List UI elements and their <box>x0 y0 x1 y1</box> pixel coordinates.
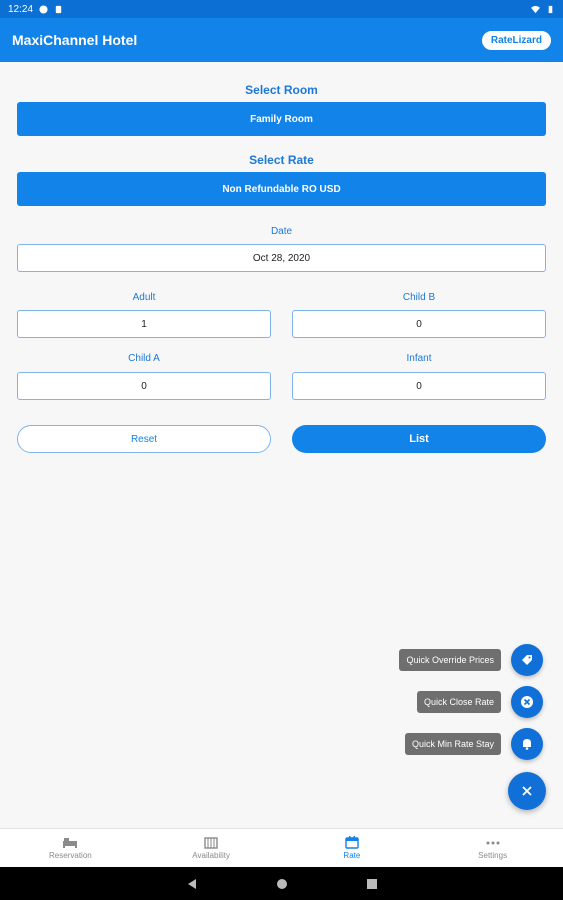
availability-icon <box>203 836 219 849</box>
app-bar: MaxiChannel Hotel RateLizard <box>0 18 563 62</box>
home-icon[interactable] <box>276 878 288 890</box>
battery-icon <box>548 5 553 13</box>
bottom-nav: Reservation Availability Rate Settings <box>0 828 563 867</box>
select-room-label: Select Room <box>245 83 318 97</box>
fab-label-override-prices[interactable]: Quick Override Prices <box>399 649 501 671</box>
status-bar: 12:24 <box>0 0 563 18</box>
nav-label-rate: Rate <box>343 851 361 860</box>
fab-item-min-rate-stay[interactable]: Quick Min Rate Stay <box>404 728 543 760</box>
infant-field[interactable]: 0 <box>292 372 546 400</box>
child-a-field[interactable]: 0 <box>17 372 271 400</box>
system-nav-bar <box>0 867 563 900</box>
tag-icon[interactable] <box>511 644 543 676</box>
adult-field[interactable]: 1 <box>17 310 271 338</box>
nav-label-reservation: Reservation <box>49 851 92 860</box>
date-field[interactable]: Oct 28, 2020 <box>17 244 546 272</box>
nav-label-settings: Settings <box>478 851 508 860</box>
wifi-icon <box>531 5 540 13</box>
fab-label-min-rate-stay[interactable]: Quick Min Rate Stay <box>404 733 501 755</box>
app-notification-icon <box>39 4 48 14</box>
fab-label-close-rate[interactable]: Quick Close Rate <box>416 691 501 713</box>
reset-button[interactable]: Reset <box>17 425 271 453</box>
select-room-dropdown[interactable]: Family Room <box>17 102 546 136</box>
adult-label: Adult <box>132 292 156 303</box>
child-a-label: Child A <box>128 353 160 364</box>
nav-item-reservation[interactable]: Reservation <box>0 829 141 867</box>
sim-card-icon <box>55 5 62 13</box>
list-button[interactable]: List <box>292 425 546 453</box>
select-rate-label: Select Rate <box>249 153 314 167</box>
close-circle-icon[interactable] <box>511 686 543 718</box>
nav-label-availability: Availability <box>192 851 230 860</box>
nav-item-settings[interactable]: Settings <box>422 829 563 867</box>
child-b-label: Child B <box>402 292 436 303</box>
app-title: MaxiChannel Hotel <box>12 32 138 48</box>
back-icon[interactable] <box>186 878 198 890</box>
bell-icon[interactable] <box>511 728 543 760</box>
date-label: Date <box>270 226 293 237</box>
recents-icon[interactable] <box>366 878 378 890</box>
more-icon <box>485 836 501 849</box>
select-rate-dropdown[interactable]: Non Refundable RO USD <box>17 172 546 206</box>
child-b-field[interactable]: 0 <box>292 310 546 338</box>
close-icon <box>522 786 532 796</box>
bed-icon <box>62 836 78 849</box>
clock: 12:24 <box>8 3 34 15</box>
brand-badge[interactable]: RateLizard <box>481 30 551 50</box>
nav-item-availability[interactable]: Availability <box>141 829 282 867</box>
fab-close-button[interactable] <box>508 772 546 810</box>
fab-item-override-prices[interactable]: Quick Override Prices <box>399 644 543 676</box>
infant-label: Infant <box>406 353 432 364</box>
nav-item-rate[interactable]: Rate <box>282 829 423 867</box>
fab-item-close-rate[interactable]: Quick Close Rate <box>416 686 543 718</box>
calendar-icon <box>344 836 360 849</box>
